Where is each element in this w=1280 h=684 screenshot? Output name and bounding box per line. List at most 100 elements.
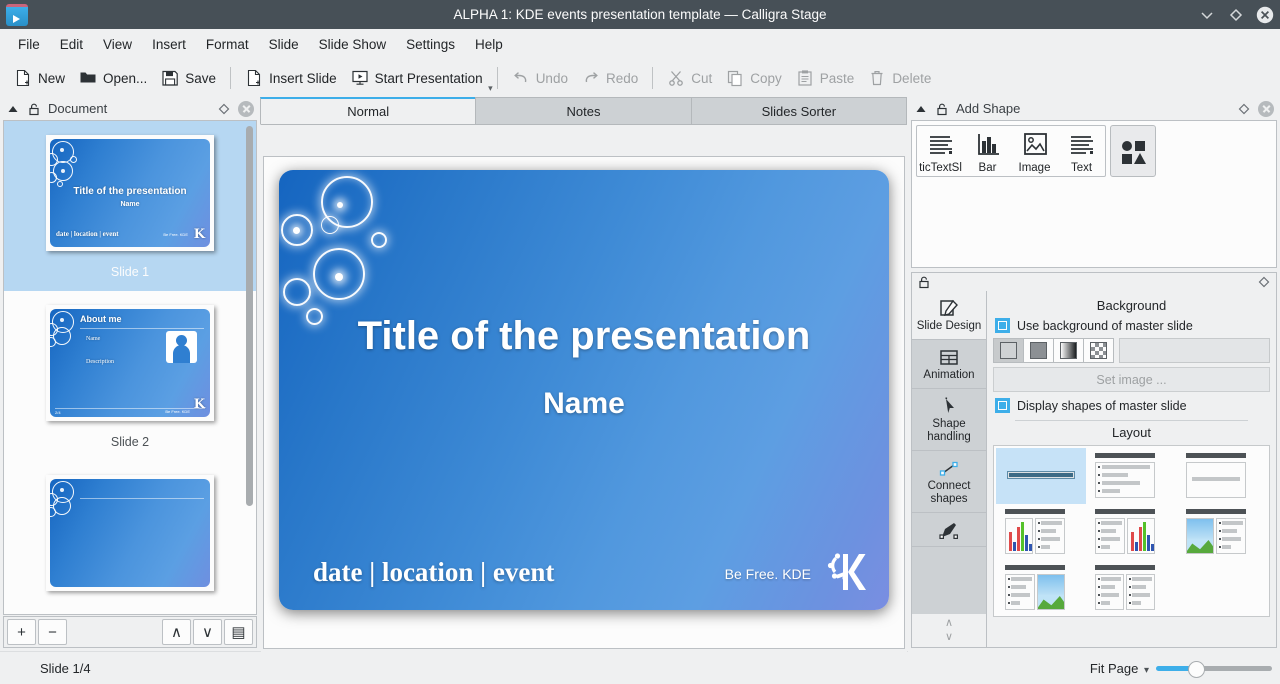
tab-notes[interactable]: Notes xyxy=(475,97,691,125)
layout-text-left-image-right[interactable] xyxy=(996,560,1086,616)
toolbar-cut-button[interactable]: Cut xyxy=(660,66,719,90)
toolbar-paste-label: Paste xyxy=(820,71,855,86)
tool-tab-rail: Slide Design Animation xyxy=(912,291,987,647)
slide-properties-button[interactable]: ▤ xyxy=(224,619,253,645)
layout-chart-left-text-right[interactable] xyxy=(996,504,1086,560)
chevron-down-icon[interactable]: ▾ xyxy=(1144,665,1149,676)
float-diamond-icon[interactable] xyxy=(217,102,231,116)
menu-file[interactable]: File xyxy=(8,34,50,55)
layout-title-bullets[interactable] xyxy=(1086,448,1176,504)
slide-tagline-text: Be Free. KDE xyxy=(725,566,811,582)
tab-underline xyxy=(261,124,907,125)
shape-item-bar[interactable]: Bar xyxy=(964,126,1011,176)
close-button[interactable] xyxy=(1256,6,1274,24)
transparent-fill-button[interactable] xyxy=(1083,338,1114,363)
window-controls xyxy=(1198,0,1274,29)
slide-list-scrollbar[interactable] xyxy=(245,124,254,611)
float-diamond-icon[interactable] xyxy=(1257,275,1271,289)
shape-item-image[interactable]: Image xyxy=(1011,126,1058,176)
display-master-shapes-row[interactable]: Display shapes of master slide xyxy=(995,398,1270,413)
add-shape-dock-close-icon[interactable] xyxy=(1258,101,1274,117)
layout-text-left-chart-right[interactable] xyxy=(1086,504,1176,560)
tab-connect-shapes[interactable]: Connect shapes xyxy=(912,451,986,513)
padlock-icon[interactable] xyxy=(27,102,41,116)
set-image-button[interactable]: Set image ... xyxy=(993,367,1270,392)
tab-slides-sorter[interactable]: Slides Sorter xyxy=(691,97,907,125)
shape-item-artistic-text[interactable]: ticTextSl xyxy=(917,126,964,176)
toolbar-insert-slide-button[interactable]: Insert Slide xyxy=(238,66,344,90)
tab-pen-tool[interactable] xyxy=(912,513,986,547)
solid-fill-swatch xyxy=(1000,342,1017,359)
menu-slide-show[interactable]: Slide Show xyxy=(309,34,397,55)
triangle-up-icon[interactable] xyxy=(914,102,928,116)
minimize-button[interactable] xyxy=(1198,6,1216,24)
layout-title-blank-text[interactable] xyxy=(1177,448,1267,504)
tab-normal[interactable]: Normal xyxy=(260,97,476,125)
slide-thumbnail-2[interactable]: About me Name Description 2/4 Be Free. K… xyxy=(4,291,256,461)
padlock-icon[interactable] xyxy=(935,102,949,116)
remove-slide-button[interactable]: − xyxy=(38,619,67,645)
toolbar-redo-button[interactable]: Redo xyxy=(575,66,645,90)
solid-fill-button[interactable] xyxy=(993,338,1024,363)
layout-two-text-columns[interactable] xyxy=(1086,560,1176,616)
menu-slide[interactable]: Slide xyxy=(259,34,309,55)
slide-thumbnail-1[interactable]: Title of the presentation Name date | lo… xyxy=(4,121,256,291)
toolbar-paste-button[interactable]: Paste xyxy=(789,66,862,90)
shape-collection-button[interactable] xyxy=(1110,125,1156,177)
use-master-background-row[interactable]: Use background of master slide xyxy=(995,318,1270,333)
menu-help[interactable]: Help xyxy=(465,34,513,55)
chevron-down-icon[interactable]: ▾ xyxy=(488,83,493,94)
display-master-shapes-checkbox[interactable] xyxy=(995,398,1010,413)
zoom-mode-selector[interactable]: Fit Page ▾ xyxy=(1090,661,1149,676)
tool-tab-scroll-up[interactable]: ∧ xyxy=(945,616,953,629)
maximize-button[interactable] xyxy=(1227,6,1245,24)
tab-shape-handling[interactable]: Shape handling xyxy=(912,389,986,451)
toolbar-start-presentation-button[interactable]: Start Presentation ▾ xyxy=(344,66,490,90)
tab-slide-design[interactable]: Slide Design xyxy=(912,291,986,340)
move-slide-up-button[interactable]: ∧ xyxy=(162,619,191,645)
mini-slide-1-kde-logo: K xyxy=(194,227,205,242)
slide-list-scrollbar-thumb[interactable] xyxy=(246,126,253,506)
menu-settings[interactable]: Settings xyxy=(396,34,465,55)
use-master-background-checkbox[interactable] xyxy=(995,318,1010,333)
toolbar-new-button[interactable]: New xyxy=(7,66,72,90)
background-fill-preview[interactable] xyxy=(1119,338,1270,363)
toolbar-delete-button[interactable]: Delete xyxy=(861,66,938,90)
move-slide-down-button[interactable]: ∨ xyxy=(193,619,222,645)
slide-thumbnail-list[interactable]: Title of the presentation Name date | lo… xyxy=(3,120,257,615)
slide-title-text[interactable]: Title of the presentation xyxy=(279,314,889,359)
document-dock-close-icon[interactable] xyxy=(238,101,254,117)
slide-thumbnail-3[interactable] xyxy=(4,461,256,603)
padlock-icon[interactable] xyxy=(917,275,931,289)
menu-view[interactable]: View xyxy=(93,34,142,55)
toolbar-save-button[interactable]: Save xyxy=(154,66,223,90)
zoom-slider[interactable] xyxy=(1156,659,1272,677)
layout-gallery xyxy=(993,445,1270,617)
toolbar-open-button[interactable]: Open... xyxy=(72,66,154,90)
layout-title-only[interactable] xyxy=(996,448,1086,504)
slide-subtitle-text[interactable]: Name xyxy=(279,387,889,421)
menu-insert[interactable]: Insert xyxy=(142,34,196,55)
add-slide-button[interactable]: + xyxy=(7,619,36,645)
gradient-fill-button[interactable] xyxy=(1053,338,1084,363)
tab-animation[interactable]: Animation xyxy=(912,340,986,389)
float-diamond-icon[interactable] xyxy=(1237,102,1251,116)
pattern-fill-button[interactable] xyxy=(1023,338,1054,363)
shape-item-text[interactable]: Text xyxy=(1058,126,1105,176)
menu-edit[interactable]: Edit xyxy=(50,34,93,55)
slide-footer-text[interactable]: date | location | event xyxy=(313,557,554,588)
slide-canvas[interactable]: Title of the presentation Name date | lo… xyxy=(263,156,905,649)
current-slide[interactable]: Title of the presentation Name date | lo… xyxy=(279,170,889,610)
zoom-slider-handle[interactable] xyxy=(1188,661,1205,678)
document-dock-title: Document xyxy=(48,101,210,116)
toolbar-copy-button[interactable]: Copy xyxy=(719,66,789,90)
toolbar-undo-button[interactable]: Undo xyxy=(505,66,575,90)
slide-design-panel-body: Slide Design Animation xyxy=(912,291,1276,647)
menu-format[interactable]: Format xyxy=(196,34,259,55)
triangle-up-icon[interactable] xyxy=(6,102,20,116)
tool-tab-scroll-down[interactable]: ∨ xyxy=(945,630,953,643)
toolbar-save-label: Save xyxy=(185,71,216,86)
image-icon xyxy=(1018,130,1052,160)
layout-image-left-text-right[interactable] xyxy=(1177,504,1267,560)
presentation-screen-icon xyxy=(351,69,369,87)
